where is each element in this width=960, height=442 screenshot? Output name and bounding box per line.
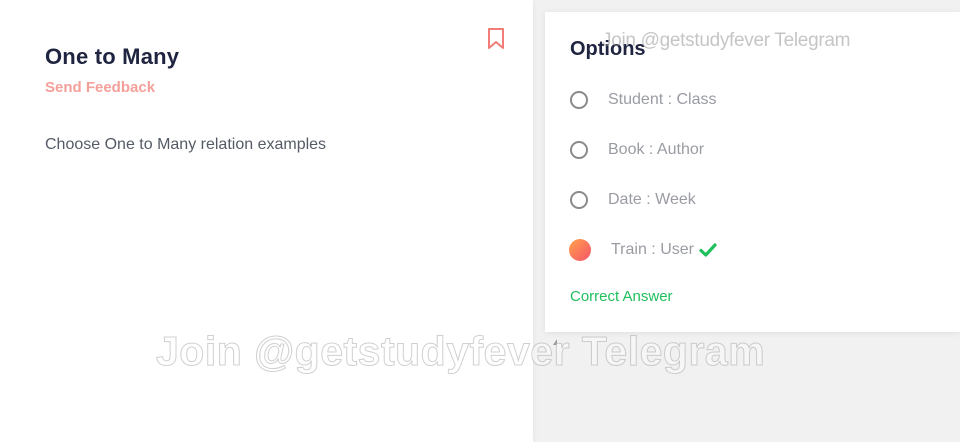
option-label: Book : Author: [608, 141, 705, 158]
radio-selected-icon[interactable]: [569, 239, 591, 261]
radio-unselected-icon[interactable]: [570, 141, 588, 159]
resize-handle-icon: [553, 339, 557, 345]
option-label: Date : Week: [608, 191, 696, 208]
options-card: Options Student : Class Book : Author Da…: [545, 12, 960, 332]
option-label: Train : User: [611, 241, 694, 258]
option-book-author[interactable]: Book : Author: [570, 138, 930, 162]
radio-unselected-icon[interactable]: [570, 191, 588, 209]
question-panel: One to Many Send Feedback Choose One to …: [0, 0, 533, 442]
bookmark-icon[interactable]: [486, 27, 506, 51]
options-title: Options: [570, 38, 646, 60]
correct-answer-label: Correct Answer: [570, 288, 673, 305]
checkmark-icon: [699, 243, 717, 257]
radio-unselected-icon[interactable]: [570, 91, 588, 109]
option-label: Student : Class: [608, 91, 717, 108]
option-student-class[interactable]: Student : Class: [570, 88, 930, 112]
question-title: One to Many: [45, 44, 180, 69]
option-train-user[interactable]: Train : User: [569, 238, 930, 262]
send-feedback-link[interactable]: Send Feedback: [45, 79, 155, 96]
question-text: Choose One to Many relation examples: [45, 136, 327, 153]
option-date-week[interactable]: Date : Week: [570, 188, 930, 212]
